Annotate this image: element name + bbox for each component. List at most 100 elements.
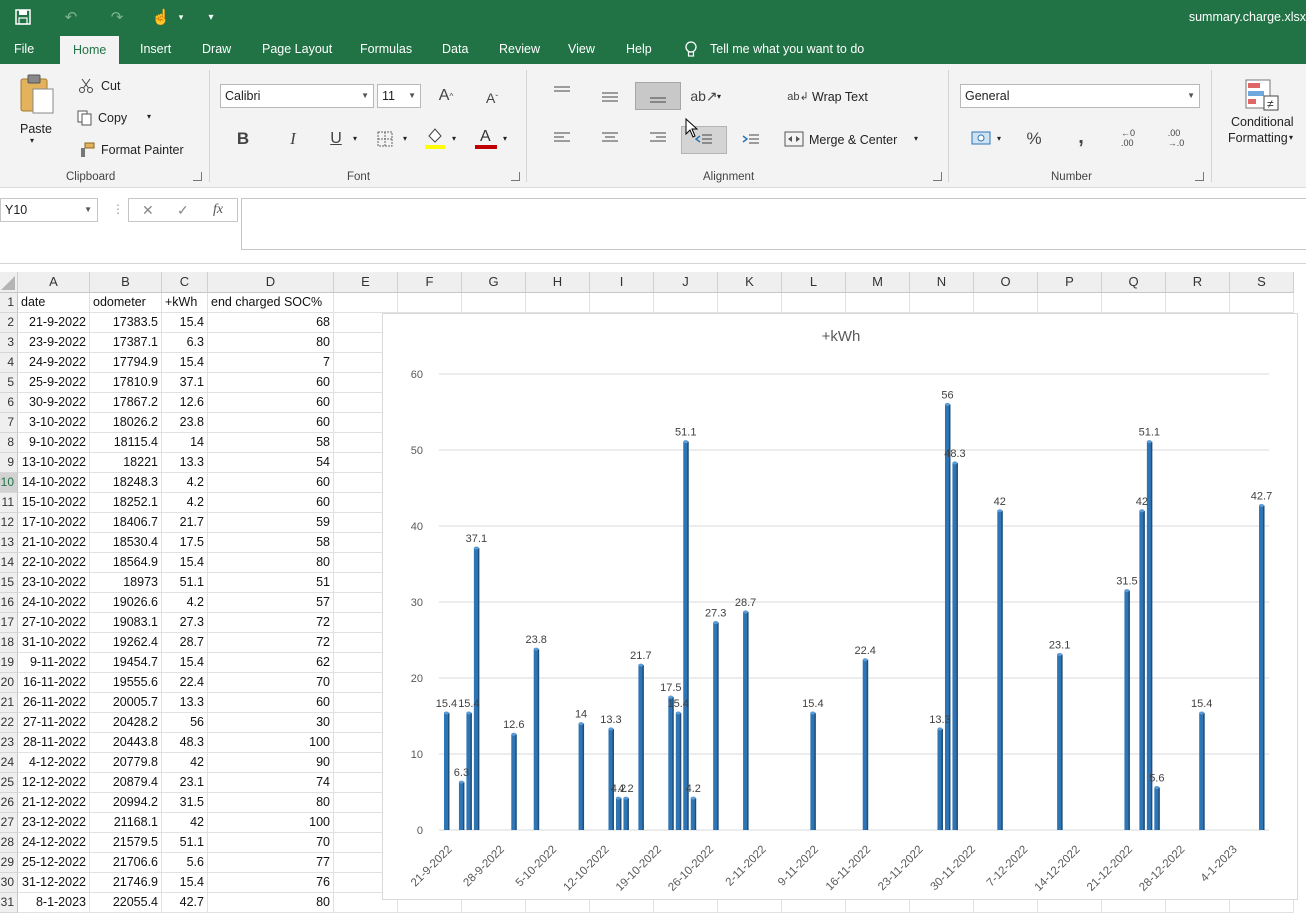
cell-b3[interactable]: 17387.1 — [90, 333, 162, 353]
cell-c6[interactable]: 12.6 — [162, 393, 208, 413]
align-left-icon[interactable] — [552, 130, 572, 146]
cell-b10[interactable]: 18248.3 — [90, 473, 162, 493]
cell-g1[interactable] — [462, 293, 526, 313]
cell-a29[interactable]: 25-12-2022 — [18, 853, 90, 873]
row-header-29[interactable]: 29 — [0, 853, 18, 873]
cell-c18[interactable]: 28.7 — [162, 633, 208, 653]
cell-l1[interactable] — [782, 293, 846, 313]
cell-c5[interactable]: 37.1 — [162, 373, 208, 393]
cell-d4[interactable]: 7 — [208, 353, 334, 373]
column-header-i[interactable]: I — [590, 272, 654, 293]
cell-a11[interactable]: 15-10-2022 — [18, 493, 90, 513]
cell-a12[interactable]: 17-10-2022 — [18, 513, 90, 533]
cell-d24[interactable]: 90 — [208, 753, 334, 773]
comma-style-button[interactable]: , — [1074, 126, 1088, 148]
cell-c2[interactable]: 15.4 — [162, 313, 208, 333]
cell-b6[interactable]: 17867.2 — [90, 393, 162, 413]
cell-b1[interactable]: odometer — [90, 293, 162, 313]
cell-k1[interactable] — [718, 293, 782, 313]
cell-m1[interactable] — [846, 293, 910, 313]
name-box[interactable]: Y10 ▼ — [0, 198, 98, 222]
cell-b31[interactable]: 22055.4 — [90, 893, 162, 913]
fill-color-icon[interactable] — [425, 126, 445, 150]
number-format-select[interactable]: General ▼ — [960, 84, 1200, 108]
row-header-22[interactable]: 22 — [0, 713, 18, 733]
row-header-4[interactable]: 4 — [0, 353, 18, 373]
row-header-11[interactable]: 11 — [0, 493, 18, 513]
tab-home[interactable]: Home — [60, 36, 120, 64]
cell-b28[interactable]: 21579.5 — [90, 833, 162, 853]
paste-dropdown-icon[interactable]: ▾ — [30, 136, 34, 145]
cell-a21[interactable]: 26-11-2022 — [18, 693, 90, 713]
cell-a7[interactable]: 3-10-2022 — [18, 413, 90, 433]
row-header-7[interactable]: 7 — [0, 413, 18, 433]
cell-b14[interactable]: 18564.9 — [90, 553, 162, 573]
tab-data[interactable]: Data — [442, 34, 468, 64]
column-header-c[interactable]: C — [162, 272, 208, 293]
row-header-21[interactable]: 21 — [0, 693, 18, 713]
row-header-15[interactable]: 15 — [0, 573, 18, 593]
cell-b9[interactable]: 18221 — [90, 453, 162, 473]
cell-n1[interactable] — [910, 293, 974, 313]
cell-c12[interactable]: 21.7 — [162, 513, 208, 533]
font-color-icon[interactable]: A — [475, 126, 497, 150]
column-header-s[interactable]: S — [1230, 272, 1294, 293]
row-header-26[interactable]: 26 — [0, 793, 18, 813]
conditional-formatting-label-2[interactable]: Formatting — [1228, 131, 1288, 145]
cell-a2[interactable]: 21-9-2022 — [18, 313, 90, 333]
cell-b25[interactable]: 20879.4 — [90, 773, 162, 793]
copy-button[interactable]: Copy — [98, 111, 127, 125]
cell-d6[interactable]: 60 — [208, 393, 334, 413]
save-icon[interactable] — [14, 8, 32, 26]
cell-c17[interactable]: 27.3 — [162, 613, 208, 633]
align-right-icon[interactable] — [648, 130, 668, 146]
cell-a28[interactable]: 24-12-2022 — [18, 833, 90, 853]
cell-p1[interactable] — [1038, 293, 1102, 313]
bold-button[interactable]: B — [234, 128, 252, 150]
row-header-27[interactable]: 27 — [0, 813, 18, 833]
cell-b19[interactable]: 19454.7 — [90, 653, 162, 673]
cell-d11[interactable]: 60 — [208, 493, 334, 513]
column-header-b[interactable]: B — [90, 272, 162, 293]
cell-b8[interactable]: 18115.4 — [90, 433, 162, 453]
cell-c26[interactable]: 31.5 — [162, 793, 208, 813]
cell-a16[interactable]: 24-10-2022 — [18, 593, 90, 613]
cell-a18[interactable]: 31-10-2022 — [18, 633, 90, 653]
underline-dropdown-icon[interactable]: ▾ — [353, 134, 357, 143]
font-color-dropdown-icon[interactable]: ▾ — [503, 134, 507, 143]
cell-a10[interactable]: 14-10-2022 — [18, 473, 90, 493]
row-header-12[interactable]: 12 — [0, 513, 18, 533]
cell-c9[interactable]: 13.3 — [162, 453, 208, 473]
cell-f1[interactable] — [398, 293, 462, 313]
cell-d27[interactable]: 100 — [208, 813, 334, 833]
cell-d17[interactable]: 72 — [208, 613, 334, 633]
row-header-17[interactable]: 17 — [0, 613, 18, 633]
font-size-select[interactable]: 11 ▼ — [377, 84, 421, 108]
merge-center-dropdown-icon[interactable]: ▾ — [914, 134, 918, 143]
column-header-h[interactable]: H — [526, 272, 590, 293]
cell-c4[interactable]: 15.4 — [162, 353, 208, 373]
cell-d31[interactable]: 80 — [208, 893, 334, 913]
cell-a13[interactable]: 21-10-2022 — [18, 533, 90, 553]
format-painter-button[interactable]: Format Painter — [101, 143, 184, 157]
cell-a22[interactable]: 27-11-2022 — [18, 713, 90, 733]
increase-indent-icon[interactable] — [741, 132, 761, 148]
cell-d16[interactable]: 57 — [208, 593, 334, 613]
cell-e1[interactable] — [334, 293, 398, 313]
column-header-m[interactable]: M — [846, 272, 910, 293]
cell-i1[interactable] — [590, 293, 654, 313]
cell-d28[interactable]: 70 — [208, 833, 334, 853]
wrap-text-button[interactable]: Wrap Text — [812, 90, 868, 104]
fill-color-dropdown-icon[interactable]: ▾ — [452, 134, 456, 143]
number-launcher-icon[interactable] — [1195, 172, 1204, 181]
row-header-24[interactable]: 24 — [0, 753, 18, 773]
row-header-19[interactable]: 19 — [0, 653, 18, 673]
borders-icon[interactable] — [376, 130, 394, 148]
tab-review[interactable]: Review — [499, 34, 540, 64]
column-header-d[interactable]: D — [208, 272, 334, 293]
column-header-j[interactable]: J — [654, 272, 718, 293]
tab-view[interactable]: View — [568, 34, 595, 64]
cell-d26[interactable]: 80 — [208, 793, 334, 813]
tab-draw[interactable]: Draw — [202, 34, 231, 64]
decrease-font-size-icon[interactable]: Aˇ — [482, 88, 502, 108]
